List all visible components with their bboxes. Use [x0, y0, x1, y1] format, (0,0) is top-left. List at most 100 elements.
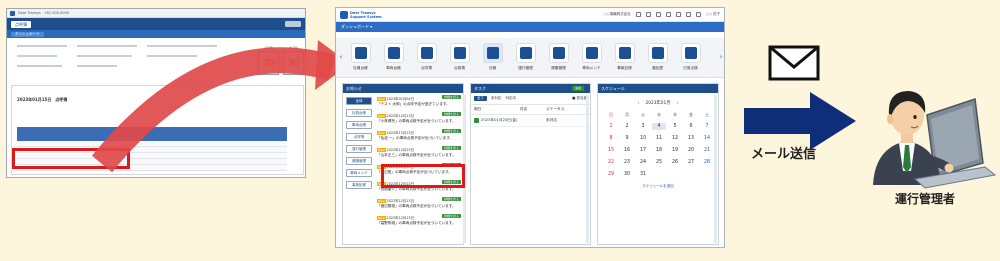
- calendar-day[interactable]: 22: [604, 159, 618, 166]
- accident-icon: [614, 43, 635, 63]
- chevron-left-icon[interactable]: ‹: [638, 101, 640, 106]
- calendar-day[interactable]: 4: [652, 123, 666, 130]
- menu-item[interactable]: 健康管理: [543, 40, 574, 76]
- calendar-day[interactable]: 30: [620, 171, 634, 178]
- calendar-day[interactable]: 28: [700, 159, 714, 166]
- add-schedule-link[interactable]: スケジュールを追加: [598, 184, 718, 189]
- menu-item[interactable]: 運行管理: [510, 40, 541, 76]
- help-icon[interactable]: [665, 12, 671, 17]
- list-item[interactable]: New 2022年12月13日 「小林健児」の車両点検予定が近づいています。 詳細を見…: [377, 112, 461, 126]
- menu-item[interactable]: 点呼簿: [411, 40, 442, 76]
- new-badge: New: [377, 131, 386, 135]
- calendar-day[interactable]: 9: [620, 135, 634, 142]
- notice-detail-button[interactable]: 詳細を見る: [441, 112, 461, 116]
- list-item[interactable]: New 2023年01月04日 「テスト 太郎」の点呼予定が過ぎています。 詳細を見る: [377, 95, 461, 109]
- schedule-scrollbar[interactable]: [714, 95, 717, 243]
- chevron-right-icon[interactable]: ›: [718, 51, 724, 63]
- calendar-day[interactable]: 26: [668, 159, 682, 166]
- calendar-day[interactable]: 11: [652, 135, 666, 142]
- header-chip[interactable]: 点呼簿: [11, 20, 31, 28]
- notice-text: 「高野則雄」の車両点検予定が近づいています。: [377, 221, 456, 225]
- list-item[interactable]: New 2022年12月13日 「渡辺照雄」の車両点検予定が近づいています。 詳細を見…: [377, 197, 461, 211]
- chevron-right-icon[interactable]: ›: [677, 101, 679, 106]
- calendar-day[interactable]: 24: [636, 159, 650, 166]
- add-task-button[interactable]: 追加: [571, 86, 584, 91]
- calendar-day[interactable]: 10: [636, 135, 650, 142]
- chevron-left-icon[interactable]: ‹: [338, 51, 344, 63]
- notice-category-button[interactable]: 車両メンテ: [346, 169, 372, 177]
- calendar-day[interactable]: 21: [700, 147, 714, 154]
- menu-item[interactable]: 車両台帳: [378, 40, 409, 76]
- calendar-grid: 日月火水木金土 1 2 3 4 5 6 7 8 9 10 11 12 13 14 15 16 17 18 19 20 21…: [604, 111, 718, 178]
- calendar-day[interactable]: 19: [668, 147, 682, 154]
- calendar-day[interactable]: 20: [684, 147, 698, 154]
- menu-item[interactable]: 日報: [477, 40, 508, 76]
- task-filter-pending[interactable]: 未対応: [491, 96, 502, 101]
- list-item[interactable]: New 2022年12月13日 「山本正三」の車両点検予定が近づいています。 詳細を見…: [377, 146, 461, 160]
- calendar-day[interactable]: 16: [620, 147, 634, 154]
- calendar-day[interactable]: 15: [604, 147, 618, 154]
- app-meta: +81 000-0000: [43, 11, 70, 15]
- calendar-day[interactable]: 1: [604, 123, 618, 130]
- notice-detail-button[interactable]: 詳細を見る: [441, 197, 461, 201]
- header-nav-control[interactable]: [285, 21, 301, 27]
- calendar-day[interactable]: 8: [604, 135, 618, 142]
- notice-detail-button[interactable]: 詳細を見る: [441, 95, 461, 99]
- share-icon[interactable]: [685, 12, 691, 17]
- refresh-icon[interactable]: [675, 12, 681, 17]
- notice-category-button[interactable]: 全体: [346, 97, 372, 105]
- menu-item[interactable]: 車両メンテ: [576, 40, 607, 76]
- notice-detail-button[interactable]: 詳細を見る: [441, 214, 461, 218]
- menu-item[interactable]: 事故記録: [609, 40, 640, 76]
- task-filter-all[interactable]: 全て: [474, 96, 487, 101]
- calendar-day[interactable]: 17: [636, 147, 650, 154]
- list-item[interactable]: New 2022年12月13日 「高野則雄」の車両点検予定が近づいています。 詳細を見…: [377, 214, 461, 228]
- notice-category-button[interactable]: 社員台帳: [346, 109, 372, 117]
- user-icon[interactable]: [695, 12, 701, 17]
- calendar-day[interactable]: 14: [700, 135, 714, 142]
- table-row[interactable]: 2023年01月20日(金) 未対応: [471, 115, 590, 127]
- notice-category-button[interactable]: 運行管理: [346, 145, 372, 153]
- calendar-day[interactable]: 27: [684, 159, 698, 166]
- notice-category-button[interactable]: 事故記録: [346, 181, 372, 189]
- tab-dashboard[interactable]: ダッシュボード: [11, 31, 44, 37]
- calendar-day[interactable]: 23: [620, 159, 634, 166]
- settings-icon[interactable]: [635, 12, 641, 17]
- menu-item[interactable]: 日常点検: [675, 40, 706, 76]
- calendar-day[interactable]: 5: [668, 123, 682, 130]
- menu-item[interactable]: 違反歴: [642, 40, 673, 76]
- calendar-empty: [684, 171, 698, 178]
- curved-arrow: [91, 40, 350, 173]
- notice-detail-button[interactable]: 詳細を見る: [441, 129, 461, 133]
- calendar-empty: [652, 171, 666, 178]
- task-filters: 全て 未対応 対応中 ■ 担当者: [471, 93, 590, 104]
- notice-category-button[interactable]: 点呼簿: [346, 133, 372, 141]
- nav-dashboard-menu[interactable]: ダッシュボード ▾: [341, 24, 372, 30]
- new-badge: New: [377, 148, 386, 152]
- menu-item[interactable]: 点検簿: [444, 40, 475, 76]
- task-assignee-toggle[interactable]: ■ 担当者: [572, 96, 587, 101]
- calendar-day[interactable]: 2: [620, 123, 634, 130]
- task-checkbox[interactable]: [474, 118, 479, 123]
- calendar-day[interactable]: 25: [652, 159, 666, 166]
- calendar-day[interactable]: 7: [700, 123, 714, 130]
- notice-category-button[interactable]: 健康管理: [346, 157, 372, 165]
- calendar-day[interactable]: 12: [668, 135, 682, 142]
- task-filter-inprogress[interactable]: 対応中: [506, 96, 517, 101]
- bell-icon[interactable]: [645, 12, 651, 17]
- calendar-weekday: 月: [625, 112, 629, 117]
- calendar-day[interactable]: 3: [636, 123, 650, 130]
- calendar-day[interactable]: 13: [684, 135, 698, 142]
- calendar-day[interactable]: 31: [636, 171, 650, 178]
- user-name[interactable]: ○○ 花子: [706, 12, 720, 17]
- calendar-day[interactable]: 6: [684, 123, 698, 130]
- calendar-day[interactable]: 29: [604, 171, 618, 178]
- task-scrollbar[interactable]: [586, 95, 589, 243]
- notice-category-button[interactable]: 車両台帳: [346, 121, 372, 129]
- calendar-day[interactable]: 18: [652, 147, 666, 154]
- task-panel-title: タスク 追加: [471, 84, 590, 93]
- list-item[interactable]: New 2022年12月13日 「仙波 一」の車両点検予定が近づいています。 詳細を見…: [377, 129, 461, 143]
- mail-icon[interactable]: [655, 12, 661, 17]
- notice-detail-button[interactable]: 詳細を見る: [441, 146, 461, 150]
- menu-item[interactable]: 社員台帳: [345, 40, 376, 76]
